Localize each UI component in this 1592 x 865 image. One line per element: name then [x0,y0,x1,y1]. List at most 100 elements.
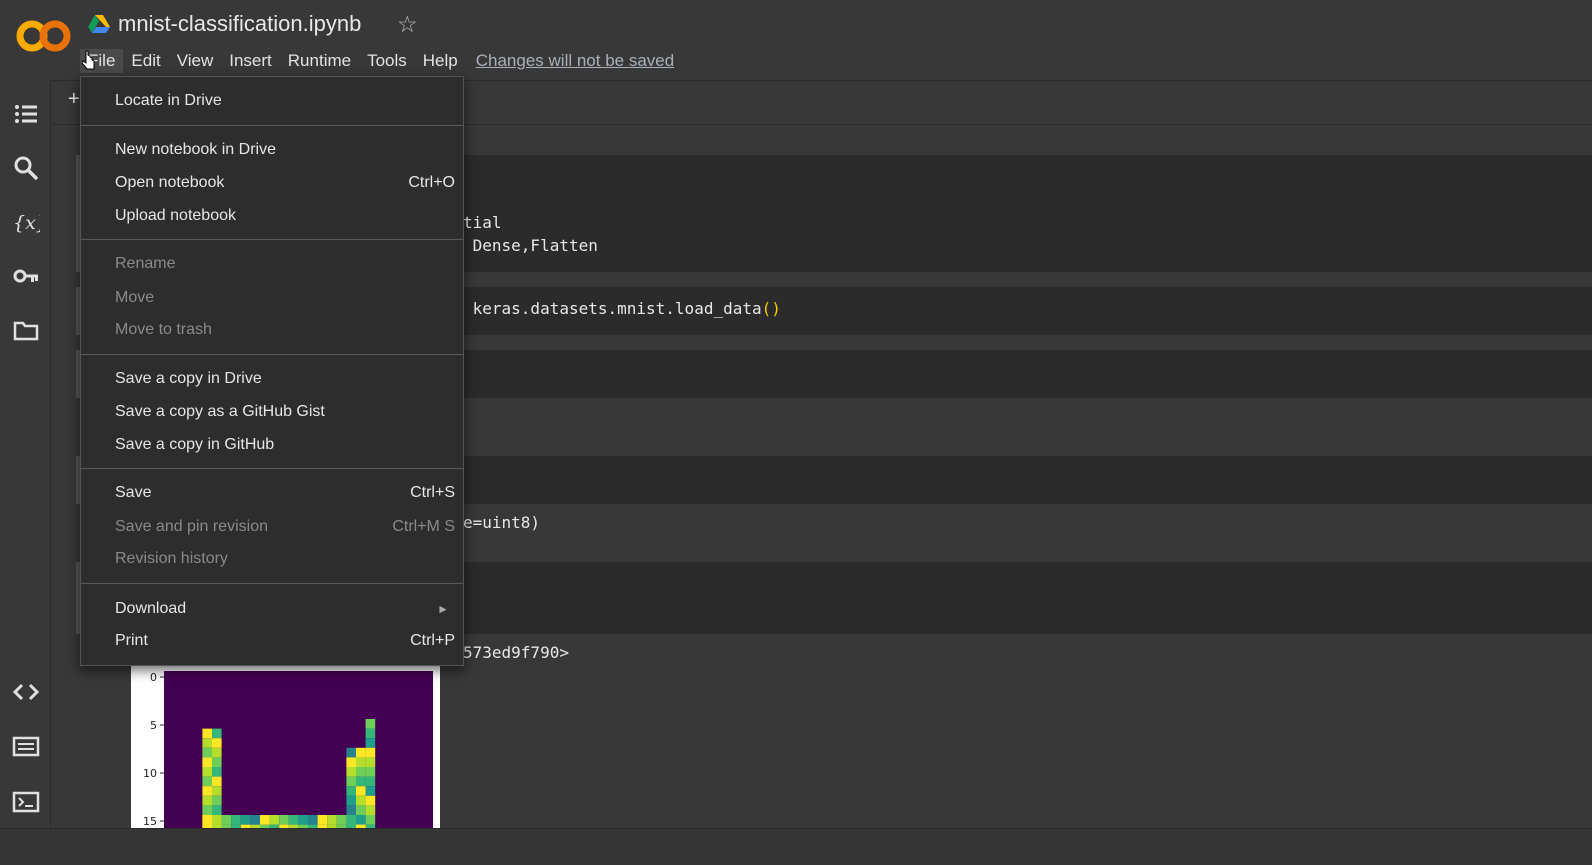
image-pixel [308,815,318,825]
menu-save[interactable]: Save Ctrl+S [81,478,463,508]
file-menu-dropdown: Locate in Drive New notebook in Drive Op… [80,76,464,666]
menu-help[interactable]: Help [415,49,466,73]
svg-text:{x}: {x} [13,212,40,234]
image-pixel [202,815,212,825]
menu-separator [81,583,463,584]
image-pixel [346,757,356,767]
image-pixel [346,767,356,777]
menu-save-copy-drive[interactable]: Save a copy in Drive [81,364,463,394]
image-pixel [346,776,356,787]
menu-separator [81,354,463,355]
image-pixel [202,738,212,748]
status-bar [0,828,1592,865]
image-pixel [346,805,356,815]
image-pixel [356,786,366,796]
image-pixel [202,767,212,777]
image-pixel [365,805,376,815]
drive-icon [88,15,110,33]
files-folder-icon[interactable] [12,316,40,344]
table-of-contents-icon[interactable] [12,100,40,128]
image-pixel [202,805,212,815]
menu-separator [81,239,463,240]
image-pixel [202,795,212,806]
menu-tools[interactable]: Tools [359,49,415,73]
digit-image-svg: 0 5 10 15 [143,671,433,828]
image-pixel [346,815,356,825]
image-pixel [365,767,376,777]
image-pixel [231,815,241,825]
code-paren: () [761,299,781,318]
image-pixel [260,815,270,825]
secrets-key-icon[interactable] [12,262,40,290]
menu-save-pin-revision: Save and pin revision Ctrl+M S [115,518,455,535]
changes-not-saved-link[interactable]: Changes will not be saved [476,51,674,71]
menu-save-copy-github[interactable]: Save a copy in GitHub [81,430,463,460]
image-pixel [365,738,376,748]
menu-insert[interactable]: Insert [221,49,280,73]
image-pixel [365,815,376,825]
menu-new-notebook[interactable]: New notebook in Drive [81,135,463,165]
code-line: keras.datasets.mnist.load_data() [463,299,781,318]
terminal-icon[interactable] [12,788,40,816]
image-pixel [336,815,347,825]
image-pixel [356,767,366,777]
menu-upload-notebook[interactable]: Upload notebook [81,201,463,231]
image-pixel [346,786,356,796]
image-pixel [356,757,366,767]
image-pixel [365,757,376,767]
image-pixel [202,757,212,767]
code-snippets-icon[interactable] [12,678,40,706]
image-pixel [365,719,376,729]
image-pixel [212,767,222,777]
notebook-title[interactable]: mnist-classification.ipynb [118,11,361,37]
left-sidebar: {x} [0,80,51,840]
menu-edit[interactable]: Edit [123,49,168,73]
command-palette-icon[interactable] [12,732,40,760]
y-tick-label: 0 [150,671,157,684]
search-icon[interactable] [12,154,40,182]
image-pixel [202,776,212,787]
code-line: tial [463,213,502,232]
y-tick-label: 15 [143,815,157,828]
image-pixel [346,747,356,758]
image-pixel [356,815,366,825]
image-pixel [250,815,260,825]
menu-locate-in-drive[interactable]: Locate in Drive [81,86,463,116]
star-icon[interactable]: ☆ [397,11,418,37]
menu-view[interactable]: View [169,49,222,73]
imshow-output-plot: 0 5 10 15 [131,666,440,828]
image-pixel [365,747,376,758]
menu-open-notebook[interactable]: Open notebook Ctrl+O [81,168,463,198]
image-pixel [356,776,366,787]
menu-save-copy-gist[interactable]: Save a copy as a GitHub Gist [81,397,463,427]
menu-download[interactable]: Download ► [81,594,463,624]
image-pixel [365,786,376,796]
output-line: 573ed9f790> [463,643,569,662]
image-pixel [346,795,356,806]
image-pixel [279,815,289,825]
colab-logo[interactable] [14,16,72,56]
image-pixel [202,786,212,796]
image-pixel [365,728,376,739]
menu-move: Move [115,289,155,306]
menu-rename: Rename [115,255,176,272]
menu-runtime[interactable]: Runtime [280,49,359,73]
submenu-arrow-icon: ► [437,602,449,616]
code-line: Dense,Flatten [463,236,598,255]
menu-bar: File Edit View Insert Runtime Tools Help… [80,48,674,74]
image-pixel [212,757,222,767]
image-pixel [317,815,328,825]
image-pixel [298,815,308,825]
y-tick-label: 5 [150,719,157,732]
menu-print[interactable]: Print Ctrl+P [81,626,463,656]
menu-revision-history: Revision history [115,550,228,567]
variables-icon[interactable]: {x} [12,208,40,236]
menu-move-to-trash: Move to trash [115,321,212,338]
mouse-pointer-icon [82,50,95,70]
image-pixel [221,815,232,825]
image-pixel [269,815,280,825]
add-code-button[interactable]: + [68,88,80,111]
image-pixel [240,815,251,825]
image-pixel [212,786,222,796]
image-pixel [212,738,222,748]
